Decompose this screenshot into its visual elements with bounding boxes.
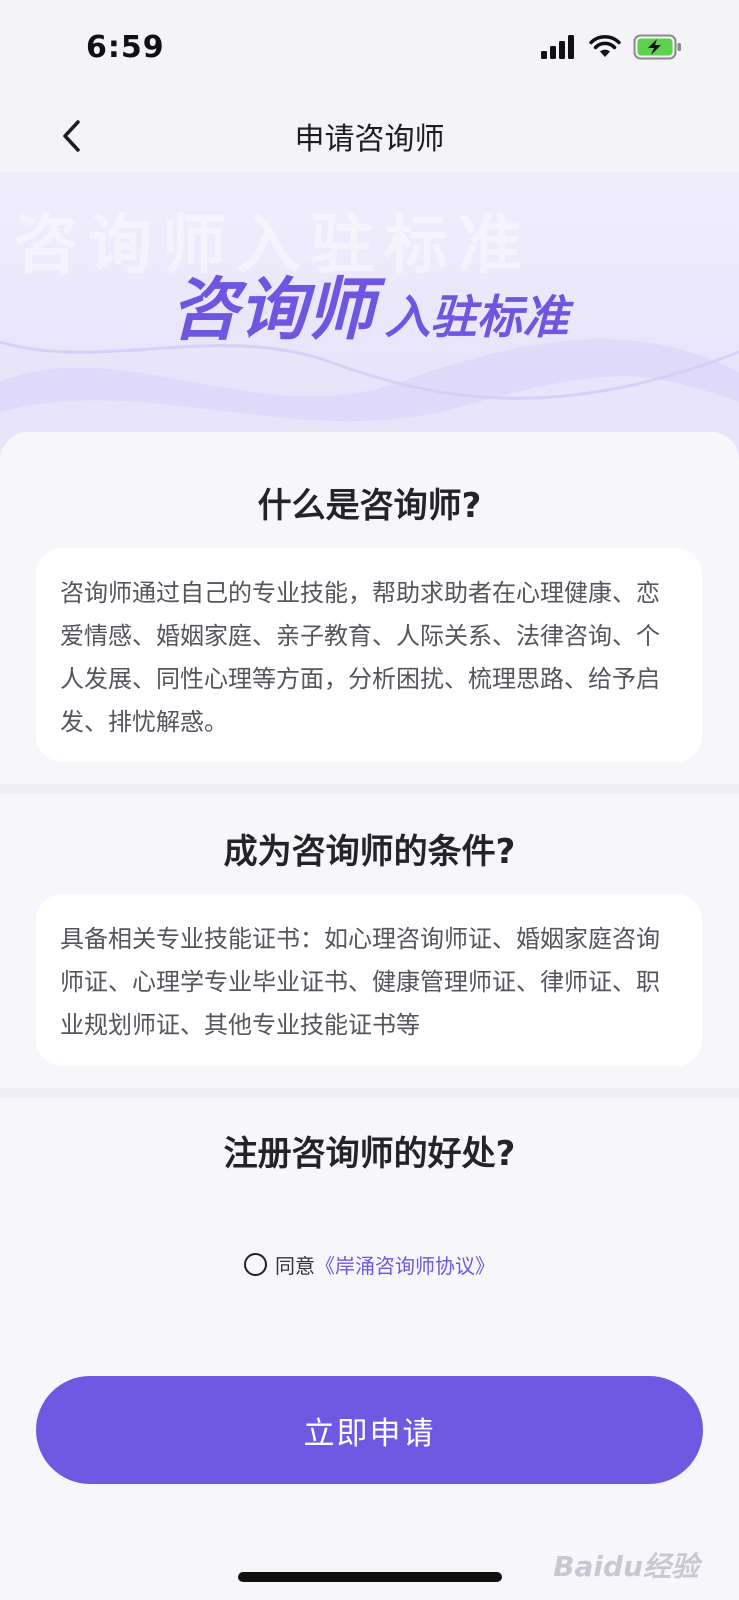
agreement-row: 同意 《岸涌咨询师协议》 xyxy=(0,1250,739,1279)
agreement-link[interactable]: 《岸涌咨询师协议》 xyxy=(315,1250,495,1279)
status-time: 6:59 xyxy=(86,30,165,65)
section-title-benefits: 注册咨询师的好处? xyxy=(0,1126,739,1177)
banner: 咨询师入驻标准 咨询师 入驻标准 xyxy=(0,172,739,462)
baidu-watermark: Baidu经验 xyxy=(553,1550,699,1583)
section-title-conditions: 成为咨询师的条件? xyxy=(0,824,739,875)
wifi-icon xyxy=(589,35,621,57)
apply-button[interactable]: 立即申请 xyxy=(36,1376,703,1484)
section-body-what: 咨询师通过自己的专业技能，帮助求助者在心理健康、恋爱情感、婚姻家庭、亲子教育、人… xyxy=(36,548,702,762)
section-title-what: 什么是咨询师? xyxy=(0,478,739,529)
battery-charging-icon xyxy=(633,34,681,60)
divider xyxy=(0,1088,739,1098)
banner-title-sub: 入驻标准 xyxy=(384,290,569,344)
status-bar: 6:59 xyxy=(0,0,739,100)
divider xyxy=(0,784,739,794)
section-body-conditions: 具备相关专业技能证书：如心理咨询师证、婚姻家庭咨询师证、心理学专业毕业证书、健康… xyxy=(36,894,702,1066)
home-indicator xyxy=(238,1572,502,1582)
status-icons xyxy=(541,34,683,60)
banner-title-main: 咨询师 xyxy=(170,271,375,350)
signal-icon xyxy=(541,35,574,59)
page-title: 申请咨询师 xyxy=(294,122,445,157)
nav-bar: 申请咨询师 xyxy=(0,100,739,172)
banner-title: 咨询师 入驻标准 xyxy=(0,254,739,353)
agreement-prefix: 同意 xyxy=(275,1254,315,1278)
agree-radio[interactable] xyxy=(244,1253,267,1276)
